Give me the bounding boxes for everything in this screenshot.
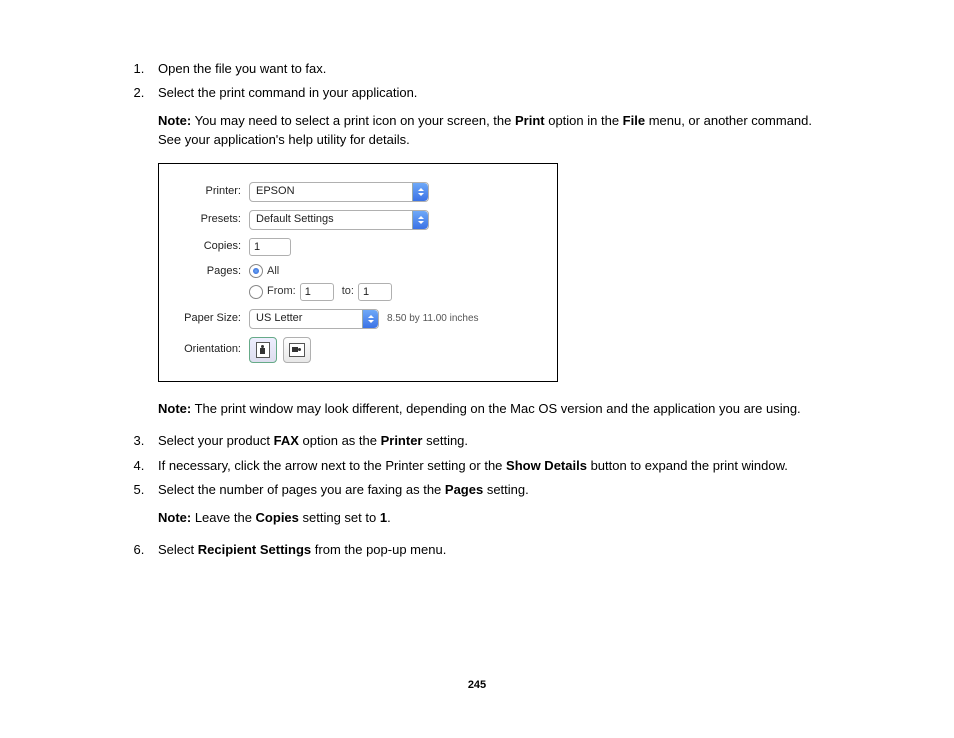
printer-dropdown[interactable]: EPSON: [249, 182, 429, 202]
step-1-text: Open the file you want to fax.: [158, 61, 326, 76]
to-label: to:: [342, 284, 354, 299]
step-1: Open the file you want to fax.: [148, 60, 834, 78]
paper-size-label: Paper Size:: [173, 311, 249, 326]
pages-all-radio[interactable]: [249, 264, 263, 278]
pages-all-text: All: [267, 264, 279, 279]
copies-row: Copies:: [173, 238, 543, 256]
pages-range-radio[interactable]: [249, 285, 263, 299]
from-input[interactable]: [300, 283, 334, 301]
instruction-list: Open the file you want to fax. Select th…: [120, 60, 834, 559]
note-label: Note:: [158, 401, 191, 416]
dropdown-arrows-icon: [362, 310, 378, 328]
copies-input[interactable]: [249, 238, 291, 256]
dropdown-arrows-icon: [412, 211, 428, 229]
orientation-portrait-button[interactable]: [249, 337, 277, 363]
paper-size-dropdown[interactable]: US Letter: [249, 309, 379, 329]
pages-range-row: From: to:: [173, 283, 543, 301]
step-2-note-2: Note: The print window may look differen…: [158, 400, 834, 418]
note-label: Note:: [158, 113, 191, 128]
landscape-icon: [289, 343, 305, 357]
paper-size-row: Paper Size: US Letter 8.50 by 11.00 inch…: [173, 309, 543, 329]
step-4: If necessary, click the arrow next to th…: [148, 457, 834, 475]
presets-dropdown[interactable]: Default Settings: [249, 210, 429, 230]
step-5: Select the number of pages you are faxin…: [148, 481, 834, 527]
step-6: Select Recipient Settings from the pop-u…: [148, 541, 834, 559]
step-2-note: Note: You may need to select a print ico…: [158, 112, 834, 148]
pages-row: Pages: All: [173, 264, 543, 279]
from-label: From:: [267, 284, 296, 299]
portrait-icon: [256, 342, 270, 358]
printer-label: Printer:: [173, 184, 249, 199]
note-label: Note:: [158, 510, 191, 525]
presets-value: Default Settings: [250, 212, 412, 227]
pages-label: Pages:: [173, 264, 249, 279]
paper-dimensions: 8.50 by 11.00 inches: [387, 312, 479, 326]
dropdown-arrows-icon: [412, 183, 428, 201]
step-3: Select your product FAX option as the Pr…: [148, 432, 834, 450]
printer-value: EPSON: [250, 184, 412, 199]
paper-size-value: US Letter: [250, 311, 362, 326]
printer-row: Printer: EPSON: [173, 182, 543, 202]
print-dialog: Printer: EPSON Presets: Default Settings…: [158, 163, 558, 382]
step-2: Select the print command in your applica…: [148, 84, 834, 418]
presets-row: Presets: Default Settings: [173, 210, 543, 230]
orientation-landscape-button[interactable]: [283, 337, 311, 363]
page-number: 245: [120, 679, 834, 691]
to-input[interactable]: [358, 283, 392, 301]
step-5-note: Note: Leave the Copies setting set to 1.: [158, 509, 834, 527]
presets-label: Presets:: [173, 212, 249, 227]
copies-label: Copies:: [173, 239, 249, 254]
orientation-row: Orientation:: [173, 337, 543, 363]
step-2-text: Select the print command in your applica…: [158, 85, 417, 100]
orientation-label: Orientation:: [173, 342, 249, 357]
